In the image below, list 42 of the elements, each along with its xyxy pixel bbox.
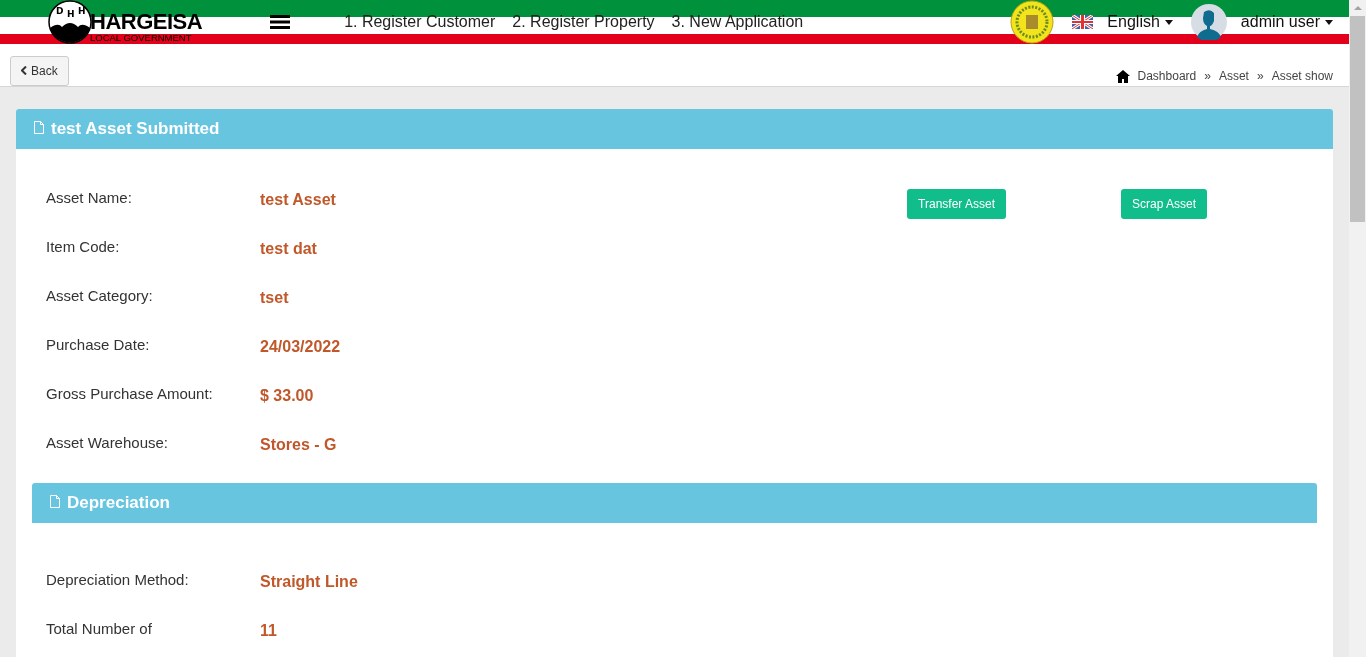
- field-label: Total Number of: [46, 620, 153, 639]
- field-label: Purchase Date:: [46, 336, 151, 355]
- nav-link[interactable]: 1. Register Customer: [344, 13, 496, 31]
- field-label: Depreciation Method:: [46, 571, 190, 590]
- panel-title: test Asset Submitted: [51, 119, 220, 139]
- field-label: Asset Name:: [46, 189, 133, 208]
- home-icon: [1115, 70, 1130, 83]
- field-label: Asset Warehouse:: [46, 434, 169, 453]
- field-value: Stores - G: [260, 436, 337, 455]
- logo-subtitle: LOCAL GOVERNMENT: [90, 33, 193, 43]
- field-label: Gross Purchase Amount:: [46, 385, 214, 404]
- field-value: $ 33.00: [260, 387, 314, 406]
- panel-title: Depreciation: [67, 493, 170, 513]
- field-label: Asset Category:: [46, 287, 154, 306]
- user-dropdown[interactable]: admin user: [1226, 13, 1333, 31]
- language-dropdown[interactable]: English: [1093, 13, 1173, 31]
- field-label: Item Code:: [46, 238, 121, 257]
- breadcrumb-separator: »: [1256, 69, 1264, 83]
- flag-icon: [1072, 15, 1094, 29]
- chevron-left-icon: [21, 66, 27, 75]
- emblem-icon: [1010, 0, 1055, 44]
- menu-icon[interactable]: [270, 15, 291, 29]
- caret-icon: [1325, 20, 1333, 26]
- breadcrumb-link[interactable]: Asset: [1218, 69, 1249, 83]
- field-value: Straight Line: [260, 573, 358, 592]
- scrollbar[interactable]: [1349, 0, 1366, 657]
- field-value: tset: [260, 289, 289, 308]
- breadcrumb-link[interactable]: Dashboard: [1137, 69, 1197, 83]
- nav-link[interactable]: 3. New Application: [671, 13, 804, 31]
- nav-link[interactable]: 2. Register Property: [512, 13, 655, 31]
- caret-icon: [1164, 20, 1173, 26]
- document-icon: [34, 120, 44, 134]
- field-value: 11: [260, 622, 277, 641]
- avatar-icon[interactable]: [1190, 4, 1227, 40]
- field-value: test dat: [260, 240, 317, 259]
- breadcrumb-separator: »: [1204, 69, 1211, 83]
- document-icon: [50, 494, 60, 508]
- field-value: 24/03/2022: [260, 338, 341, 357]
- breadcrumb-link[interactable]: Asset show: [1271, 69, 1333, 83]
- logo-title: HARGEISA: [90, 11, 203, 34]
- field-value: test Asset: [260, 191, 336, 210]
- back-button[interactable]: Back: [10, 56, 69, 86]
